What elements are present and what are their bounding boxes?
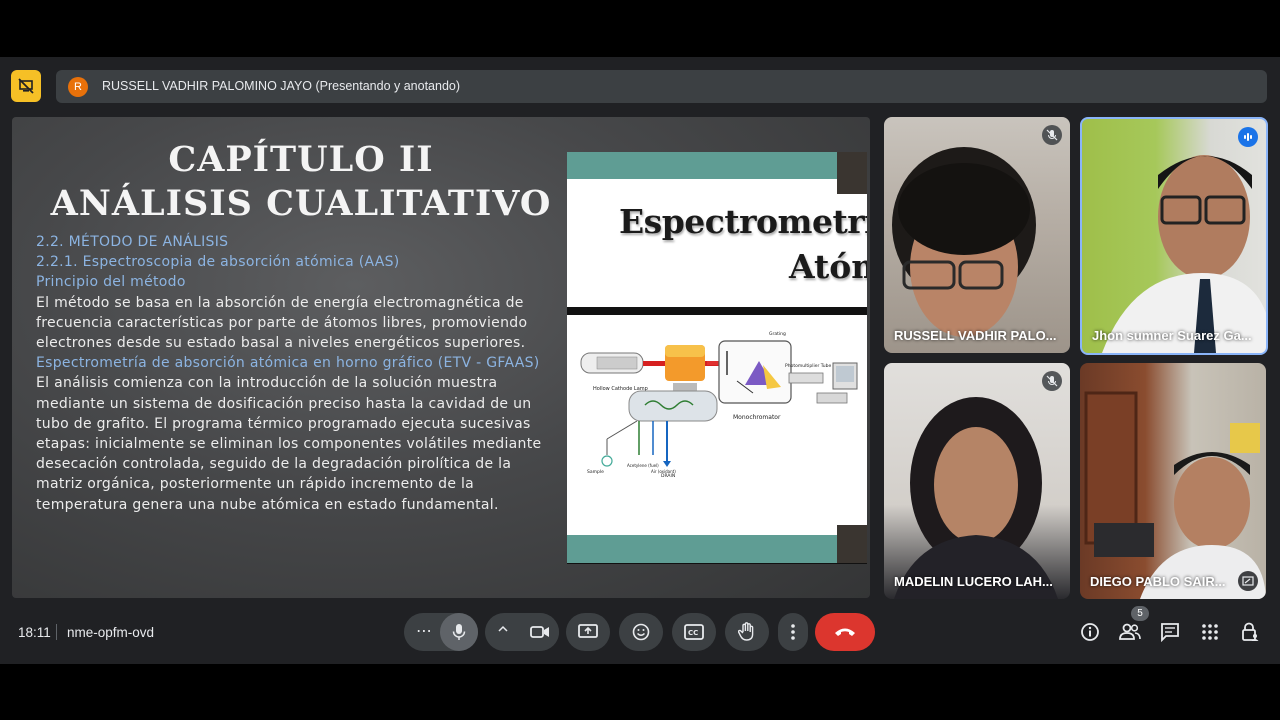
image-title-line1: Espectrometría	[619, 202, 867, 241]
slide-heading: Principio del método	[36, 274, 186, 291]
speaking-indicator	[1238, 127, 1258, 147]
slide-heading: Espectrometría de absorción atómica en h…	[36, 355, 540, 372]
diagram-label-monochromator: Monochromator	[733, 414, 781, 421]
participant-name: DIEGO PABLO SAIR...	[1090, 574, 1226, 589]
participant-tile[interactable]: Jhon sumner Suarez Ga...	[1080, 117, 1268, 355]
emoji-icon	[632, 623, 650, 641]
meeting-details-button[interactable]	[1078, 620, 1102, 644]
slide-line: El análisis comienza con la introducción…	[36, 375, 498, 392]
slide-line: desecación controlada, seguido de la deg…	[36, 456, 512, 473]
slide-line: frecuencia características por parte de …	[36, 314, 528, 331]
svg-text:CC: CC	[688, 629, 698, 637]
nebulizer-shape	[628, 390, 718, 422]
people-count-badge: 5	[1131, 606, 1149, 621]
slide-image: Espectrometría Atóm	[567, 152, 867, 564]
participant-name: MADELIN LUCERO LAH...	[894, 574, 1053, 589]
info-icon	[1081, 623, 1099, 641]
participant-tile[interactable]: RUSSELL VADHIR PALO...	[884, 117, 1070, 353]
slide-title-line1: CAPÍTULO II	[168, 139, 434, 180]
slide-line: matriz orgánica, posteriormente un rápid…	[36, 476, 475, 493]
host-controls-button[interactable]	[1238, 620, 1262, 644]
presenter-label: RUSSELL VADHIR PALOMINO JAYO (Presentand…	[102, 79, 461, 93]
slide-line: mediante un sistema de dosificación prec…	[36, 395, 532, 412]
participant-name: Jhon sumner Suarez Ga...	[1092, 328, 1252, 343]
slide-heading: 2.2.1. Espectroscopia de absorción atómi…	[36, 254, 400, 271]
camera-button[interactable]	[521, 613, 559, 651]
slide-line: temperatura genera una nube atómica en e…	[36, 496, 499, 513]
more-options-button[interactable]	[778, 613, 808, 651]
microphone-icon	[452, 624, 466, 640]
participant-video	[892, 147, 1036, 337]
microphone-button[interactable]	[440, 613, 478, 651]
divider	[56, 624, 57, 640]
slide-line: El método se basa en la absorción de ene…	[36, 294, 524, 311]
chat-icon	[1161, 623, 1179, 642]
captions-button[interactable]: CC	[672, 613, 716, 651]
clock: 18:11	[18, 625, 51, 640]
chat-button[interactable]	[1158, 620, 1182, 644]
hang-up-icon	[835, 628, 855, 636]
people-button[interactable]	[1118, 620, 1142, 644]
mic-muted-indicator	[1042, 371, 1062, 391]
present-off-icon	[18, 78, 34, 94]
shared-slide: CAPÍTULO II ANÁLISIS CUALITATIVO 2.2. MÉ…	[12, 117, 870, 598]
reactions-button[interactable]	[619, 613, 663, 651]
participant-video	[1084, 391, 1266, 599]
participant-tile[interactable]: DIEGO PABLO SAIR...	[1080, 363, 1266, 599]
mic-muted-indicator	[1042, 125, 1062, 145]
present-screen-button[interactable]	[566, 613, 610, 651]
apps-grid-icon	[1202, 624, 1218, 640]
video-options-button[interactable]	[497, 622, 509, 640]
picture-in-picture-icon	[1242, 576, 1254, 586]
presenter-bar: R RUSSELL VADHIR PALOMINO JAYO (Presenta…	[56, 70, 1267, 103]
letterbox-bottom	[0, 664, 1280, 720]
mic-off-icon	[1046, 129, 1058, 141]
image-teal-band	[567, 152, 837, 179]
slide-line: etapas: inicialmente se eliminan los com…	[36, 436, 542, 453]
people-icon	[1119, 623, 1141, 640]
stop-presenting-button[interactable]	[11, 70, 41, 102]
mic-off-icon	[1046, 375, 1058, 387]
image-dark-block-bottom	[837, 525, 867, 563]
present-screen-icon	[578, 624, 598, 638]
video-control-group	[485, 613, 559, 651]
captions-icon: CC	[684, 624, 704, 640]
diagram-label-drain: DRAIN	[661, 473, 675, 479]
slide-line: tubo de grafito. El programa térmico pro…	[36, 415, 531, 432]
raise-hand-button[interactable]	[725, 613, 769, 651]
lock-person-icon	[1242, 622, 1259, 641]
diagram-label-sample: Sample	[587, 469, 604, 475]
chevron-up-icon	[498, 625, 508, 632]
aas-instrument-diagram: Hollow Cathode Lamp Monochromator Gratin…	[580, 331, 858, 479]
audio-level-icon	[1244, 133, 1252, 141]
slide-body: 2.2. MÉTODO DE ANÁLISIS 2.2.1. Espectros…	[36, 232, 576, 515]
diagram-label-detector: Photomultiplier Tube	[785, 363, 832, 369]
leave-call-button[interactable]	[815, 613, 875, 651]
slide-title-line2: ANÁLISIS CUALITATIVO	[50, 183, 552, 224]
diagram-label-lamp: Hollow Cathode Lamp	[593, 386, 648, 392]
camera-icon	[530, 626, 549, 638]
pip-button[interactable]	[1238, 571, 1258, 591]
audio-control-group: ⋯	[404, 613, 478, 651]
slide-heading: 2.2. MÉTODO DE ANÁLISIS	[36, 234, 229, 250]
participant-tile[interactable]: MADELIN LUCERO LAH...	[884, 363, 1070, 599]
activities-button[interactable]	[1198, 620, 1222, 644]
diagram-label-acetylene: Acetylene (fuel)	[627, 463, 659, 468]
participant-video	[894, 397, 1058, 599]
diagram-label-grating: Grating	[769, 331, 786, 337]
image-title-line2: Atóm	[789, 247, 867, 286]
slide-line: electrones desde su estado basal a nivel…	[36, 335, 526, 352]
meeting-code: nme-opfm-ovd	[67, 625, 155, 640]
image-teal-band-bottom	[567, 535, 837, 563]
image-dark-block	[837, 152, 867, 194]
letterbox-top	[0, 0, 1280, 57]
more-audio-icon[interactable]: ⋯	[416, 621, 432, 641]
participant-video	[1102, 155, 1266, 353]
presenter-avatar: R	[68, 77, 88, 97]
hand-icon	[738, 622, 754, 641]
image-divider	[567, 307, 867, 315]
participant-name: RUSSELL VADHIR PALO...	[894, 328, 1057, 343]
detector-shape	[788, 372, 824, 384]
more-vert-icon	[791, 624, 795, 640]
